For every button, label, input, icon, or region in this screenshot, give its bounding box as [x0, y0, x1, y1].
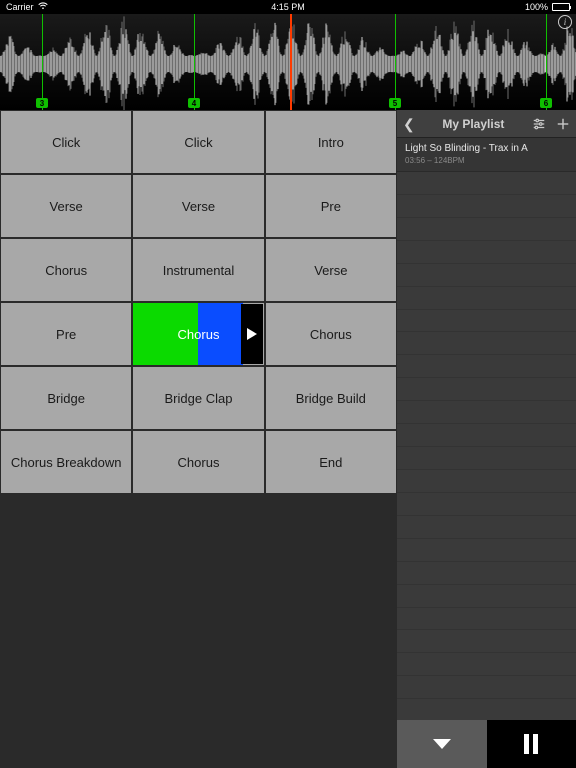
list-item[interactable]	[397, 401, 576, 424]
playhead[interactable]	[290, 14, 292, 110]
playlist-panel: ❮ My Playlist Light So Blinding - Trax i…	[397, 110, 576, 768]
section-cell[interactable]: Verse	[0, 174, 132, 238]
section-cell[interactable]: Pre	[0, 302, 132, 366]
playlist-rows	[397, 172, 576, 768]
track-meta: 03:56 – 124BPM	[405, 156, 568, 165]
section-cell[interactable]: Pre	[265, 174, 397, 238]
list-item[interactable]	[397, 699, 576, 722]
section-cell[interactable]: Chorus	[132, 430, 264, 494]
list-item[interactable]	[397, 287, 576, 310]
section-cell[interactable]: Chorus	[0, 238, 132, 302]
section-cell[interactable]: Verse	[132, 174, 264, 238]
pause-icon	[522, 733, 540, 755]
list-item[interactable]	[397, 676, 576, 699]
section-cell[interactable]: Instrumental	[132, 238, 264, 302]
battery-percent: 100%	[525, 2, 548, 12]
marker-badge[interactable]: 6	[540, 98, 552, 108]
section-cell[interactable]: Click	[0, 110, 132, 174]
section-cell[interactable]: Intro	[265, 110, 397, 174]
section-cell[interactable]: End	[265, 430, 397, 494]
marker-line	[194, 14, 195, 110]
list-item[interactable]	[397, 378, 576, 401]
list-item[interactable]	[397, 332, 576, 355]
clock: 4:15 PM	[271, 2, 305, 12]
marker-badge[interactable]: 5	[389, 98, 401, 108]
list-item[interactable]	[397, 172, 576, 195]
pause-button[interactable]	[487, 720, 576, 768]
list-item[interactable]	[397, 195, 576, 218]
back-icon[interactable]: ❮	[403, 117, 415, 131]
section-grid: ClickClickIntroVerseVersePreChorusInstru…	[0, 110, 397, 768]
track-title: Light So Blinding - Trax in A	[405, 143, 568, 154]
waveform[interactable]: 3 4 5 6 i	[0, 14, 576, 110]
collapse-button[interactable]	[397, 720, 487, 768]
section-cell[interactable]: Chorus	[265, 302, 397, 366]
section-cell[interactable]: Bridge Clap	[132, 366, 264, 430]
waveform-svg	[0, 14, 576, 110]
carrier-label: Carrier	[6, 2, 34, 12]
chevron-down-icon	[431, 737, 453, 751]
playlist-track[interactable]: Light So Blinding - Trax in A 03:56 – 12…	[397, 138, 576, 172]
list-item[interactable]	[397, 493, 576, 516]
list-item[interactable]	[397, 630, 576, 653]
section-cell-active[interactable]: Chorus	[132, 302, 264, 366]
marker-line	[546, 14, 547, 110]
list-item[interactable]	[397, 653, 576, 676]
list-item[interactable]	[397, 241, 576, 264]
marker-badge[interactable]: 4	[188, 98, 200, 108]
list-item[interactable]	[397, 424, 576, 447]
list-item[interactable]	[397, 355, 576, 378]
status-bar: Carrier 4:15 PM 100%	[0, 0, 576, 14]
list-item[interactable]	[397, 539, 576, 562]
section-cell[interactable]: Bridge Build	[265, 366, 397, 430]
list-item[interactable]	[397, 447, 576, 470]
marker-badge[interactable]: 3	[36, 98, 48, 108]
marker-line	[42, 14, 43, 110]
section-cell[interactable]: Bridge	[0, 366, 132, 430]
list-item[interactable]	[397, 310, 576, 333]
list-item[interactable]	[397, 516, 576, 539]
info-button[interactable]: i	[558, 15, 572, 29]
list-item[interactable]	[397, 608, 576, 631]
list-item[interactable]	[397, 585, 576, 608]
bottom-bar	[397, 720, 576, 768]
playlist-header: ❮ My Playlist	[397, 110, 576, 138]
settings-icon[interactable]	[532, 117, 546, 131]
list-item[interactable]	[397, 218, 576, 241]
battery-icon	[552, 3, 570, 11]
section-cell[interactable]: Chorus Breakdown	[0, 430, 132, 494]
list-item[interactable]	[397, 264, 576, 287]
marker-line	[395, 14, 396, 110]
section-cell[interactable]: Click	[132, 110, 264, 174]
list-item[interactable]	[397, 470, 576, 493]
list-item[interactable]	[397, 562, 576, 585]
section-cell-label: Chorus	[133, 327, 263, 342]
wifi-icon	[38, 2, 48, 12]
add-icon[interactable]	[556, 117, 570, 131]
section-cell[interactable]: Verse	[265, 238, 397, 302]
playlist-title: My Playlist	[442, 117, 504, 131]
